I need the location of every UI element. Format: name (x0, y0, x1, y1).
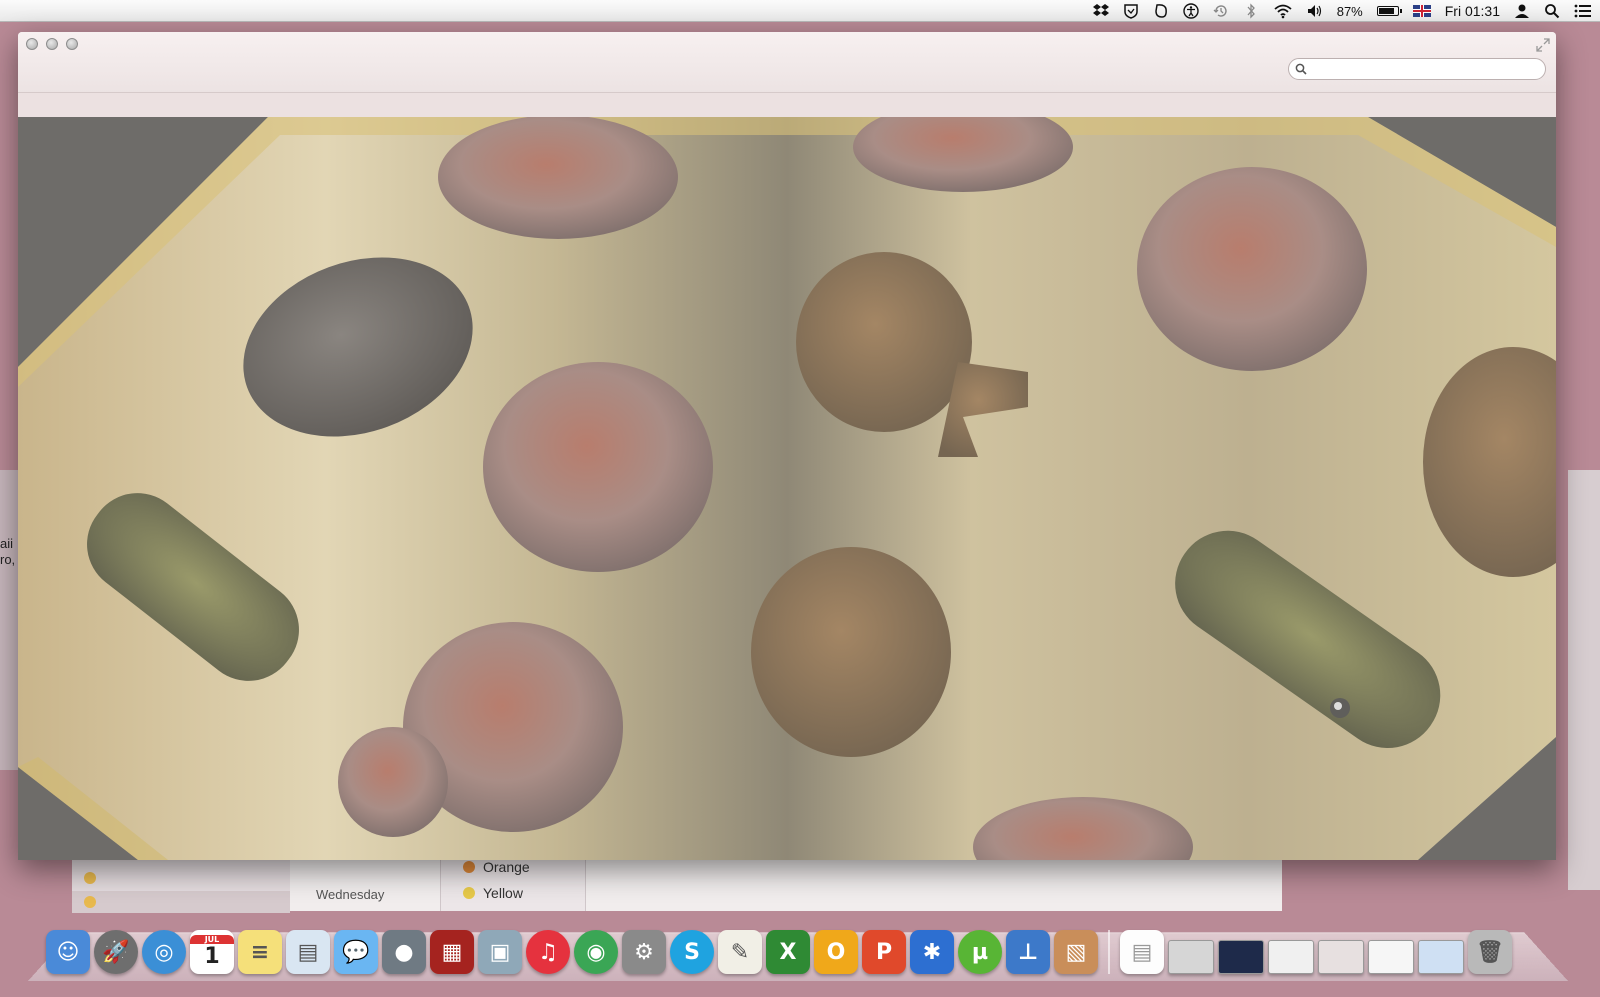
search-input[interactable] (1313, 61, 1539, 79)
battery-percent[interactable]: 87% (1337, 4, 1363, 19)
messages-icon[interactable]: 💬 (334, 930, 378, 974)
chrome-icon[interactable]: ◉ (574, 930, 618, 974)
color-swatch (463, 861, 475, 873)
time-machine-icon[interactable] (1213, 3, 1229, 19)
spotlight-icon[interactable] (1544, 3, 1560, 19)
user-icon[interactable] (1514, 3, 1530, 19)
document-stack-icon[interactable]: ▤ (1120, 930, 1164, 974)
window-controls (26, 38, 78, 50)
calendar-color-item[interactable]: Yellow (463, 885, 523, 901)
excel-icon[interactable]: X (766, 930, 810, 974)
powerpoint-icon[interactable]: P (862, 930, 906, 974)
photo-image (18, 117, 1556, 860)
preview-icon[interactable]: ▤ (286, 930, 330, 974)
menu-bar: 87% Fri 01:31 (0, 0, 1600, 22)
keynote-icon[interactable]: ⊥ (1006, 930, 1050, 974)
window-titlebar (18, 32, 1556, 117)
window-thumb-3[interactable] (1268, 940, 1314, 974)
iphoto-icon[interactable]: ▣ (478, 930, 522, 974)
window-thumb-2[interactable] (1218, 940, 1264, 974)
zoom-button[interactable] (66, 38, 78, 50)
wifi-icon[interactable] (1273, 3, 1293, 19)
utorrent-icon[interactable]: µ (958, 930, 1002, 974)
background-calendar-window: Wednesday Orange Yellow (72, 858, 1282, 913)
trash-icon[interactable]: 🗑 (1468, 930, 1512, 974)
window-thumb-6[interactable] (1418, 940, 1464, 974)
photo-canvas (18, 117, 1556, 860)
accessibility-icon[interactable] (1183, 3, 1199, 19)
evernote-icon[interactable] (1153, 3, 1169, 19)
background-text: aii (0, 536, 14, 551)
textedit-icon[interactable]: ✎ (718, 930, 762, 974)
system-preferences-icon[interactable]: ⚙ (622, 930, 666, 974)
skype-icon[interactable]: S (670, 930, 714, 974)
dropbox-icon[interactable] (1092, 3, 1109, 19)
calendar-icon-month: JUL (190, 935, 234, 944)
stickies-icon[interactable]: ≡ (238, 930, 282, 974)
preview-photos-icon[interactable]: ▧ (1054, 930, 1098, 974)
background-text: ro, (0, 552, 16, 567)
search-icon (1295, 63, 1307, 75)
fullscreen-icon[interactable] (1536, 38, 1550, 52)
calendar-color-item[interactable]: Orange (463, 859, 530, 875)
status-tray: 87% Fri 01:31 (1092, 0, 1591, 22)
calendar-sidebar (72, 859, 290, 913)
color-swatch (463, 887, 475, 899)
battery-icon[interactable] (1376, 6, 1402, 16)
flag-uk-icon[interactable] (1412, 5, 1431, 17)
search-field[interactable] (1288, 58, 1546, 80)
image-viewer-window (18, 32, 1556, 860)
photo-booth-icon[interactable]: ▦ (430, 930, 474, 974)
notification-center-icon[interactable] (1574, 3, 1591, 19)
viewer-toolbar-strip (18, 92, 1556, 117)
calendar-icon[interactable]: JUL 1 (190, 930, 234, 974)
minimize-button[interactable] (46, 38, 58, 50)
calendar-day-label: Wednesday (316, 887, 385, 902)
calendar-icon-day: 1 (204, 944, 220, 969)
background-window-left: aii ro, (0, 470, 20, 770)
finder-icon[interactable]: ☺ (46, 930, 90, 974)
volume-icon[interactable] (1307, 3, 1323, 19)
outlook-icon[interactable]: O (814, 930, 858, 974)
window-thumb-5[interactable] (1368, 940, 1414, 974)
shield-icon[interactable] (1123, 3, 1139, 19)
color-label: Orange (483, 859, 530, 875)
color-label: Yellow (483, 885, 523, 901)
bluetooth-file-exchange-icon[interactable]: ✱ (910, 930, 954, 974)
calendar-color-dot (84, 896, 96, 908)
dock-separator (1108, 930, 1110, 974)
facetime-icon[interactable]: ● (382, 930, 426, 974)
calendar-color-dot (84, 872, 96, 884)
calendar-color-list: Orange Yellow (440, 859, 586, 911)
itunes-icon[interactable]: ♫ (526, 930, 570, 974)
launchpad-icon[interactable]: 🚀 (94, 930, 138, 974)
menubar-clock[interactable]: Fri 01:31 (1445, 3, 1500, 19)
background-window-right (1568, 470, 1600, 890)
window-thumb-1[interactable] (1168, 940, 1214, 974)
bluetooth-icon[interactable] (1243, 3, 1259, 19)
safari-icon[interactable]: ◎ (142, 930, 186, 974)
dock: ☺ 🚀 ◎ JUL 1 ≡ ▤ 💬 ● ▦ ▣ ♫ ◉ ⚙ S ✎ X O P ✱ µ ⊥ ▧ ▤ 🗑 (46, 918, 1546, 974)
window-thumb-4[interactable] (1318, 940, 1364, 974)
close-button[interactable] (26, 38, 38, 50)
